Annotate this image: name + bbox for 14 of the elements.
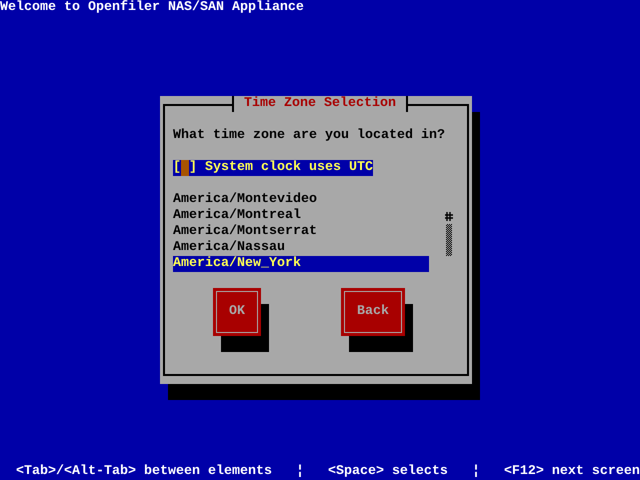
timezone-item[interactable]: America/New_York bbox=[173, 256, 429, 272]
timezone-item[interactable]: America/Montserrat bbox=[173, 224, 429, 240]
timezone-item[interactable]: America/Montevideo bbox=[173, 192, 429, 208]
utc-checkbox[interactable]: [ ] System clock uses UTC bbox=[173, 160, 373, 176]
dialog-title: Time Zone Selection bbox=[232, 96, 408, 112]
status-text: ¦ bbox=[472, 464, 480, 480]
status-text: <Tab>/<Alt-Tab> between elements bbox=[16, 464, 272, 480]
screen-title: Welcome to Openfiler NAS/SAN Appliance bbox=[0, 0, 304, 16]
timezone-item[interactable]: America/Montreal bbox=[173, 208, 429, 224]
status-text: <Space> selects bbox=[328, 464, 448, 480]
status-text: <F12> next screen bbox=[504, 464, 640, 480]
timezone-item[interactable]: America/Nassau bbox=[173, 240, 429, 256]
prompt-text: What time zone are you located in? bbox=[173, 128, 445, 144]
status-text: ¦ bbox=[296, 464, 304, 480]
